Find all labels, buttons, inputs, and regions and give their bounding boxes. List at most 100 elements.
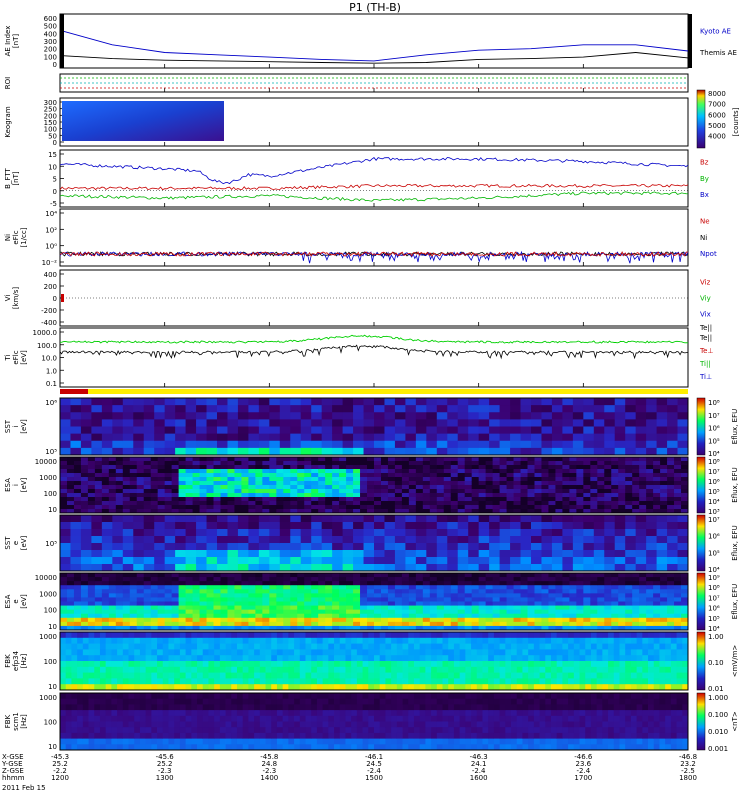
spectro-cell	[667, 543, 678, 551]
spectro-cell	[478, 536, 490, 544]
y-tick-label: 5	[53, 176, 57, 184]
spectro-cell	[562, 585, 570, 590]
spectro-cell	[65, 666, 72, 673]
spectro-cell	[405, 447, 417, 456]
spectro-cell	[242, 637, 249, 644]
spectro-cell	[447, 412, 459, 420]
spectro-cell	[450, 489, 459, 494]
spectro-cell	[311, 426, 323, 435]
spectro-cell	[311, 589, 319, 594]
spectro-cell	[401, 481, 410, 486]
spectro-cell	[178, 461, 186, 466]
spectro-cell	[618, 617, 626, 623]
spectro-cell	[485, 461, 494, 466]
spectro-cell	[143, 593, 152, 598]
spectro-cell	[681, 597, 689, 602]
spectro-cell	[297, 505, 305, 510]
spectro-cell	[220, 473, 228, 478]
spectro-cell	[493, 672, 500, 679]
spectro-cell	[328, 655, 335, 662]
spectro-cell	[311, 485, 319, 490]
spectro-cell	[105, 672, 112, 679]
spectro-cell	[674, 617, 682, 623]
spectro-cell	[604, 581, 612, 586]
spectro-cell	[311, 412, 323, 420]
spectro-cell	[164, 557, 176, 565]
spectro-cell	[464, 501, 473, 506]
spectro-cell	[321, 529, 333, 537]
spectro-cell	[262, 493, 270, 498]
spectro-cell	[214, 684, 221, 691]
spectro-cell	[80, 613, 89, 619]
spectro-cell	[583, 419, 595, 427]
spectro-cell	[339, 678, 346, 685]
spectro-cell	[363, 426, 375, 435]
spectro-cell	[367, 465, 375, 470]
spectro-cell	[478, 543, 490, 551]
spectro-cell	[653, 666, 660, 673]
spectro-cell	[374, 501, 382, 506]
spectro-cell	[311, 601, 319, 606]
spectro-cell	[632, 581, 640, 586]
spectro-cell	[436, 433, 448, 442]
spectro-cell	[318, 497, 326, 502]
spectro-cell	[636, 655, 643, 662]
spectro-cell	[384, 447, 396, 456]
spectro-cell	[66, 589, 75, 594]
spectro-cell	[241, 585, 249, 590]
spectro-cell	[279, 543, 291, 551]
spectro-cell	[604, 597, 612, 602]
spectro-cell	[550, 655, 558, 662]
spectro-cell	[248, 577, 256, 582]
spectro-cell	[443, 469, 452, 474]
spectro-cell	[334, 632, 341, 639]
spectro-cell	[619, 678, 626, 685]
spectro-cell	[555, 505, 563, 510]
spectro-cell	[613, 678, 620, 685]
spectro-cell	[360, 597, 368, 602]
y-tick-label: 10⁰	[45, 243, 57, 251]
spectro-cell	[681, 593, 689, 598]
spectro-cell	[311, 477, 319, 482]
spectro-cell	[60, 419, 71, 427]
spectro-cell	[227, 505, 235, 510]
spectro-cell	[70, 515, 82, 523]
spectro-cell	[115, 493, 124, 498]
spectro-cell	[380, 593, 389, 598]
spectro-cell	[353, 581, 361, 586]
spectro-cell	[325, 461, 333, 466]
spectro-cell	[585, 637, 592, 644]
spectro-cell	[415, 447, 427, 456]
spectro-cell	[590, 489, 598, 494]
spectro-cell	[91, 564, 103, 572]
y-axis-label: FBK	[4, 714, 12, 728]
spectro-cell	[128, 632, 135, 639]
spectro-cell	[533, 649, 540, 656]
spectro-cell	[569, 617, 577, 623]
spectro-cell	[465, 661, 472, 668]
spectro-cell	[71, 637, 78, 644]
panel-ae: AE Index [nT]6005004003002001000Kyoto AET…	[4, 13, 737, 69]
spectro-cell	[516, 655, 523, 662]
spectro-cell	[316, 637, 324, 644]
spectro-cell	[415, 426, 427, 435]
spectro-cell	[269, 481, 277, 486]
spectro-cell	[436, 655, 443, 662]
spectro-cell	[276, 573, 284, 578]
spectro-cell	[374, 589, 382, 594]
spectro-cell	[299, 637, 306, 644]
spectro-cell	[202, 661, 209, 668]
spectro-cell	[178, 617, 186, 623]
spectro-cell	[255, 477, 263, 482]
spectro-cell	[431, 684, 438, 691]
spectro-cell	[528, 643, 535, 650]
spectro-cell	[639, 617, 647, 623]
spectro-cell	[579, 666, 586, 673]
spectro-cell	[653, 609, 661, 615]
spectro-cell	[450, 585, 459, 590]
spectro-cell	[572, 543, 584, 551]
spectro-cell	[206, 481, 214, 486]
y-axis-label: efp34	[12, 650, 20, 671]
y-tick-label: 0.1	[46, 380, 57, 388]
spectro-cell	[80, 543, 92, 551]
